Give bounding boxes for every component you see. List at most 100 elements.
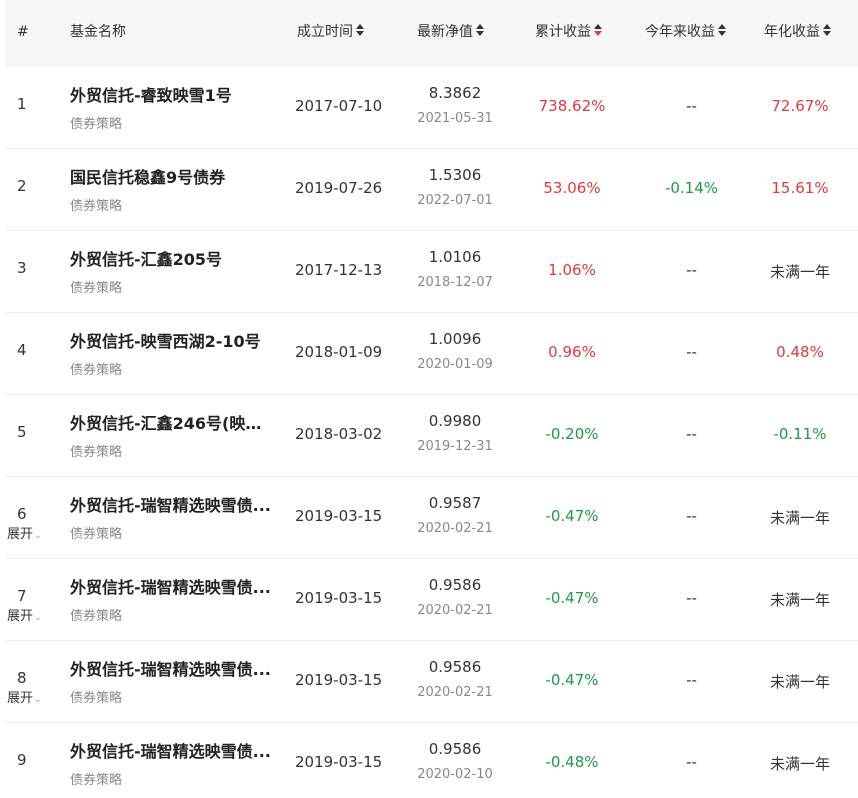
inception-date: 2017-07-10	[295, 97, 383, 115]
expand-toggle[interactable]: 展开⌄	[7, 605, 42, 624]
annualized-return: 未满一年	[769, 263, 830, 281]
expand-toggle[interactable]: 展开⌄	[7, 687, 42, 706]
table-row[interactable]: 6 展开⌄ 外贸信托-瑞智精选映雪债... 债券策略 2019-03-15 0.9587 2…	[5, 477, 858, 559]
row-index: 4	[17, 341, 27, 359]
cumulative-return: -0.47%	[545, 507, 599, 525]
sort-icon	[476, 23, 484, 37]
header-inception-sort[interactable]: 成立时间	[297, 0, 364, 67]
header-inception-label: 成立时间	[297, 24, 353, 40]
header-fund-name: 基金名称	[70, 24, 126, 40]
fund-strategy: 债券策略	[70, 527, 123, 542]
fund-strategy: 债券策略	[70, 691, 123, 706]
inception-date: 2019-03-15	[295, 671, 383, 689]
expand-label: 展开	[7, 609, 34, 624]
fund-name-link[interactable]: 外贸信托-映雪西湖2-10号	[70, 328, 275, 352]
latest-nav: 0.9586	[428, 740, 482, 758]
fund-name-link[interactable]: 外贸信托-瑞智精选映雪债...	[70, 738, 275, 762]
fund-strategy: 债券策略	[70, 281, 123, 296]
annualized-return: 未满一年	[769, 509, 830, 527]
annualized-return: 未满一年	[769, 755, 830, 773]
cumulative-return: 0.96%	[548, 343, 596, 361]
sort-icon	[356, 23, 364, 37]
cumulative-return: 738.62%	[538, 97, 606, 115]
chevron-down-icon: ⌄	[34, 695, 42, 705]
annualized-return: 未满一年	[769, 591, 830, 609]
fund-strategy: 债券策略	[70, 773, 123, 788]
row-index: 9	[17, 751, 27, 769]
header-nav-label: 最新净值	[417, 24, 473, 40]
fund-name-link[interactable]: 外贸信托-瑞智精选映雪债...	[70, 656, 275, 680]
table-row[interactable]: 9 外贸信托-瑞智精选映雪债... 债券策略 2019-03-15 0.9586 2020…	[5, 723, 858, 798]
chevron-down-icon: ⌄	[34, 531, 42, 541]
header-nav-sort[interactable]: 最新净值	[417, 0, 484, 67]
latest-nav: 0.9980	[428, 412, 482, 430]
row-index: 2	[17, 177, 27, 195]
inception-date: 2019-07-26	[295, 179, 383, 197]
row-index: 8	[17, 669, 27, 687]
table-row[interactable]: 5 外贸信托-汇鑫246号(映雪... 债券策略 2018-03-02 0.9980 20…	[5, 395, 858, 477]
table-row[interactable]: 3 外贸信托-汇鑫205号 债券策略 2017-12-13 1.0106 2018-12-…	[5, 231, 858, 313]
latest-nav: 1.0106	[428, 248, 482, 266]
row-index: 7	[17, 587, 27, 605]
inception-date: 2017-12-13	[295, 261, 383, 279]
fund-name-link[interactable]: 外贸信托-瑞智精选映雪债...	[70, 574, 275, 598]
header-cumulative-sort[interactable]: 累计收益	[535, 0, 602, 67]
table-header: # 基金名称 成立时间 最新净值 累计收益 今年来收益 年化收益	[5, 0, 858, 67]
nav-date: 2021-05-31	[417, 111, 493, 126]
inception-date: 2019-03-15	[295, 753, 383, 771]
fund-name-link[interactable]: 外贸信托-睿致映雪1号	[70, 82, 275, 106]
fund-name-link[interactable]: 国民信托稳鑫9号债券	[70, 164, 275, 188]
fund-strategy: 债券策略	[70, 445, 123, 460]
ytd-return: --	[686, 425, 697, 443]
row-index: 1	[17, 95, 27, 113]
expand-label: 展开	[7, 691, 34, 706]
table-row[interactable]: 7 展开⌄ 外贸信托-瑞智精选映雪债... 债券策略 2019-03-15 0.9586 2…	[5, 559, 858, 641]
header-ytd-sort[interactable]: 今年来收益	[645, 0, 726, 67]
ytd-return: -0.14%	[664, 179, 719, 197]
header-cumulative-label: 累计收益	[535, 24, 591, 40]
annualized-return: 0.48%	[776, 343, 824, 361]
table-row[interactable]: 1 外贸信托-睿致映雪1号 债券策略 2017-07-10 8.3862 2021-05-…	[5, 67, 858, 149]
cumulative-return: -0.47%	[545, 671, 599, 689]
fund-name-link[interactable]: 外贸信托-汇鑫246号(映雪...	[70, 410, 275, 434]
fund-strategy: 债券策略	[70, 363, 123, 378]
table-row[interactable]: 8 展开⌄ 外贸信托-瑞智精选映雪债... 债券策略 2019-03-15 0.9586 2…	[5, 641, 858, 723]
nav-date: 2020-01-09	[417, 357, 493, 372]
sort-desc-icon	[594, 23, 602, 37]
ytd-return: --	[686, 753, 697, 771]
chevron-down-icon: ⌄	[34, 613, 42, 623]
cumulative-return: 53.06%	[543, 179, 601, 197]
ytd-return: --	[686, 97, 697, 115]
nav-date: 2020-02-10	[417, 767, 493, 782]
inception-date: 2019-03-15	[295, 589, 383, 607]
fund-name-link[interactable]: 外贸信托-汇鑫205号	[70, 246, 275, 270]
row-index: 6	[17, 505, 27, 523]
ytd-return: --	[686, 343, 697, 361]
nav-date: 2020-02-21	[417, 521, 493, 536]
cumulative-return: -0.47%	[545, 589, 599, 607]
latest-nav: 1.0096	[428, 330, 482, 348]
sort-icon	[823, 23, 831, 37]
ytd-return: --	[686, 671, 697, 689]
ytd-return: --	[686, 261, 697, 279]
expand-toggle[interactable]: 展开⌄	[7, 523, 42, 542]
cumulative-return: 1.06%	[548, 261, 596, 279]
table-row[interactable]: 2 国民信托稳鑫9号债券 债券策略 2019-07-26 1.5306 2022-07-0…	[5, 149, 858, 231]
cumulative-return: -0.48%	[545, 753, 599, 771]
fund-name-link[interactable]: 外贸信托-瑞智精选映雪债...	[70, 492, 275, 516]
inception-date: 2018-03-02	[295, 425, 383, 443]
expand-label: 展开	[7, 527, 34, 542]
annualized-return: -0.11%	[773, 425, 827, 443]
inception-date: 2019-03-15	[295, 507, 383, 525]
header-ytd-label: 今年来收益	[645, 24, 715, 40]
nav-date: 2019-12-31	[417, 439, 493, 454]
nav-date: 2020-02-21	[417, 685, 493, 700]
fund-strategy: 债券策略	[70, 609, 123, 624]
row-index: 3	[17, 259, 27, 277]
table-row[interactable]: 4 外贸信托-映雪西湖2-10号 债券策略 2018-01-09 1.0096 2020-…	[5, 313, 858, 395]
fund-strategy: 债券策略	[70, 199, 123, 214]
header-annualized-sort[interactable]: 年化收益	[764, 0, 831, 67]
ytd-return: --	[686, 507, 697, 525]
fund-strategy: 债券策略	[70, 117, 123, 132]
row-index: 5	[17, 423, 27, 441]
